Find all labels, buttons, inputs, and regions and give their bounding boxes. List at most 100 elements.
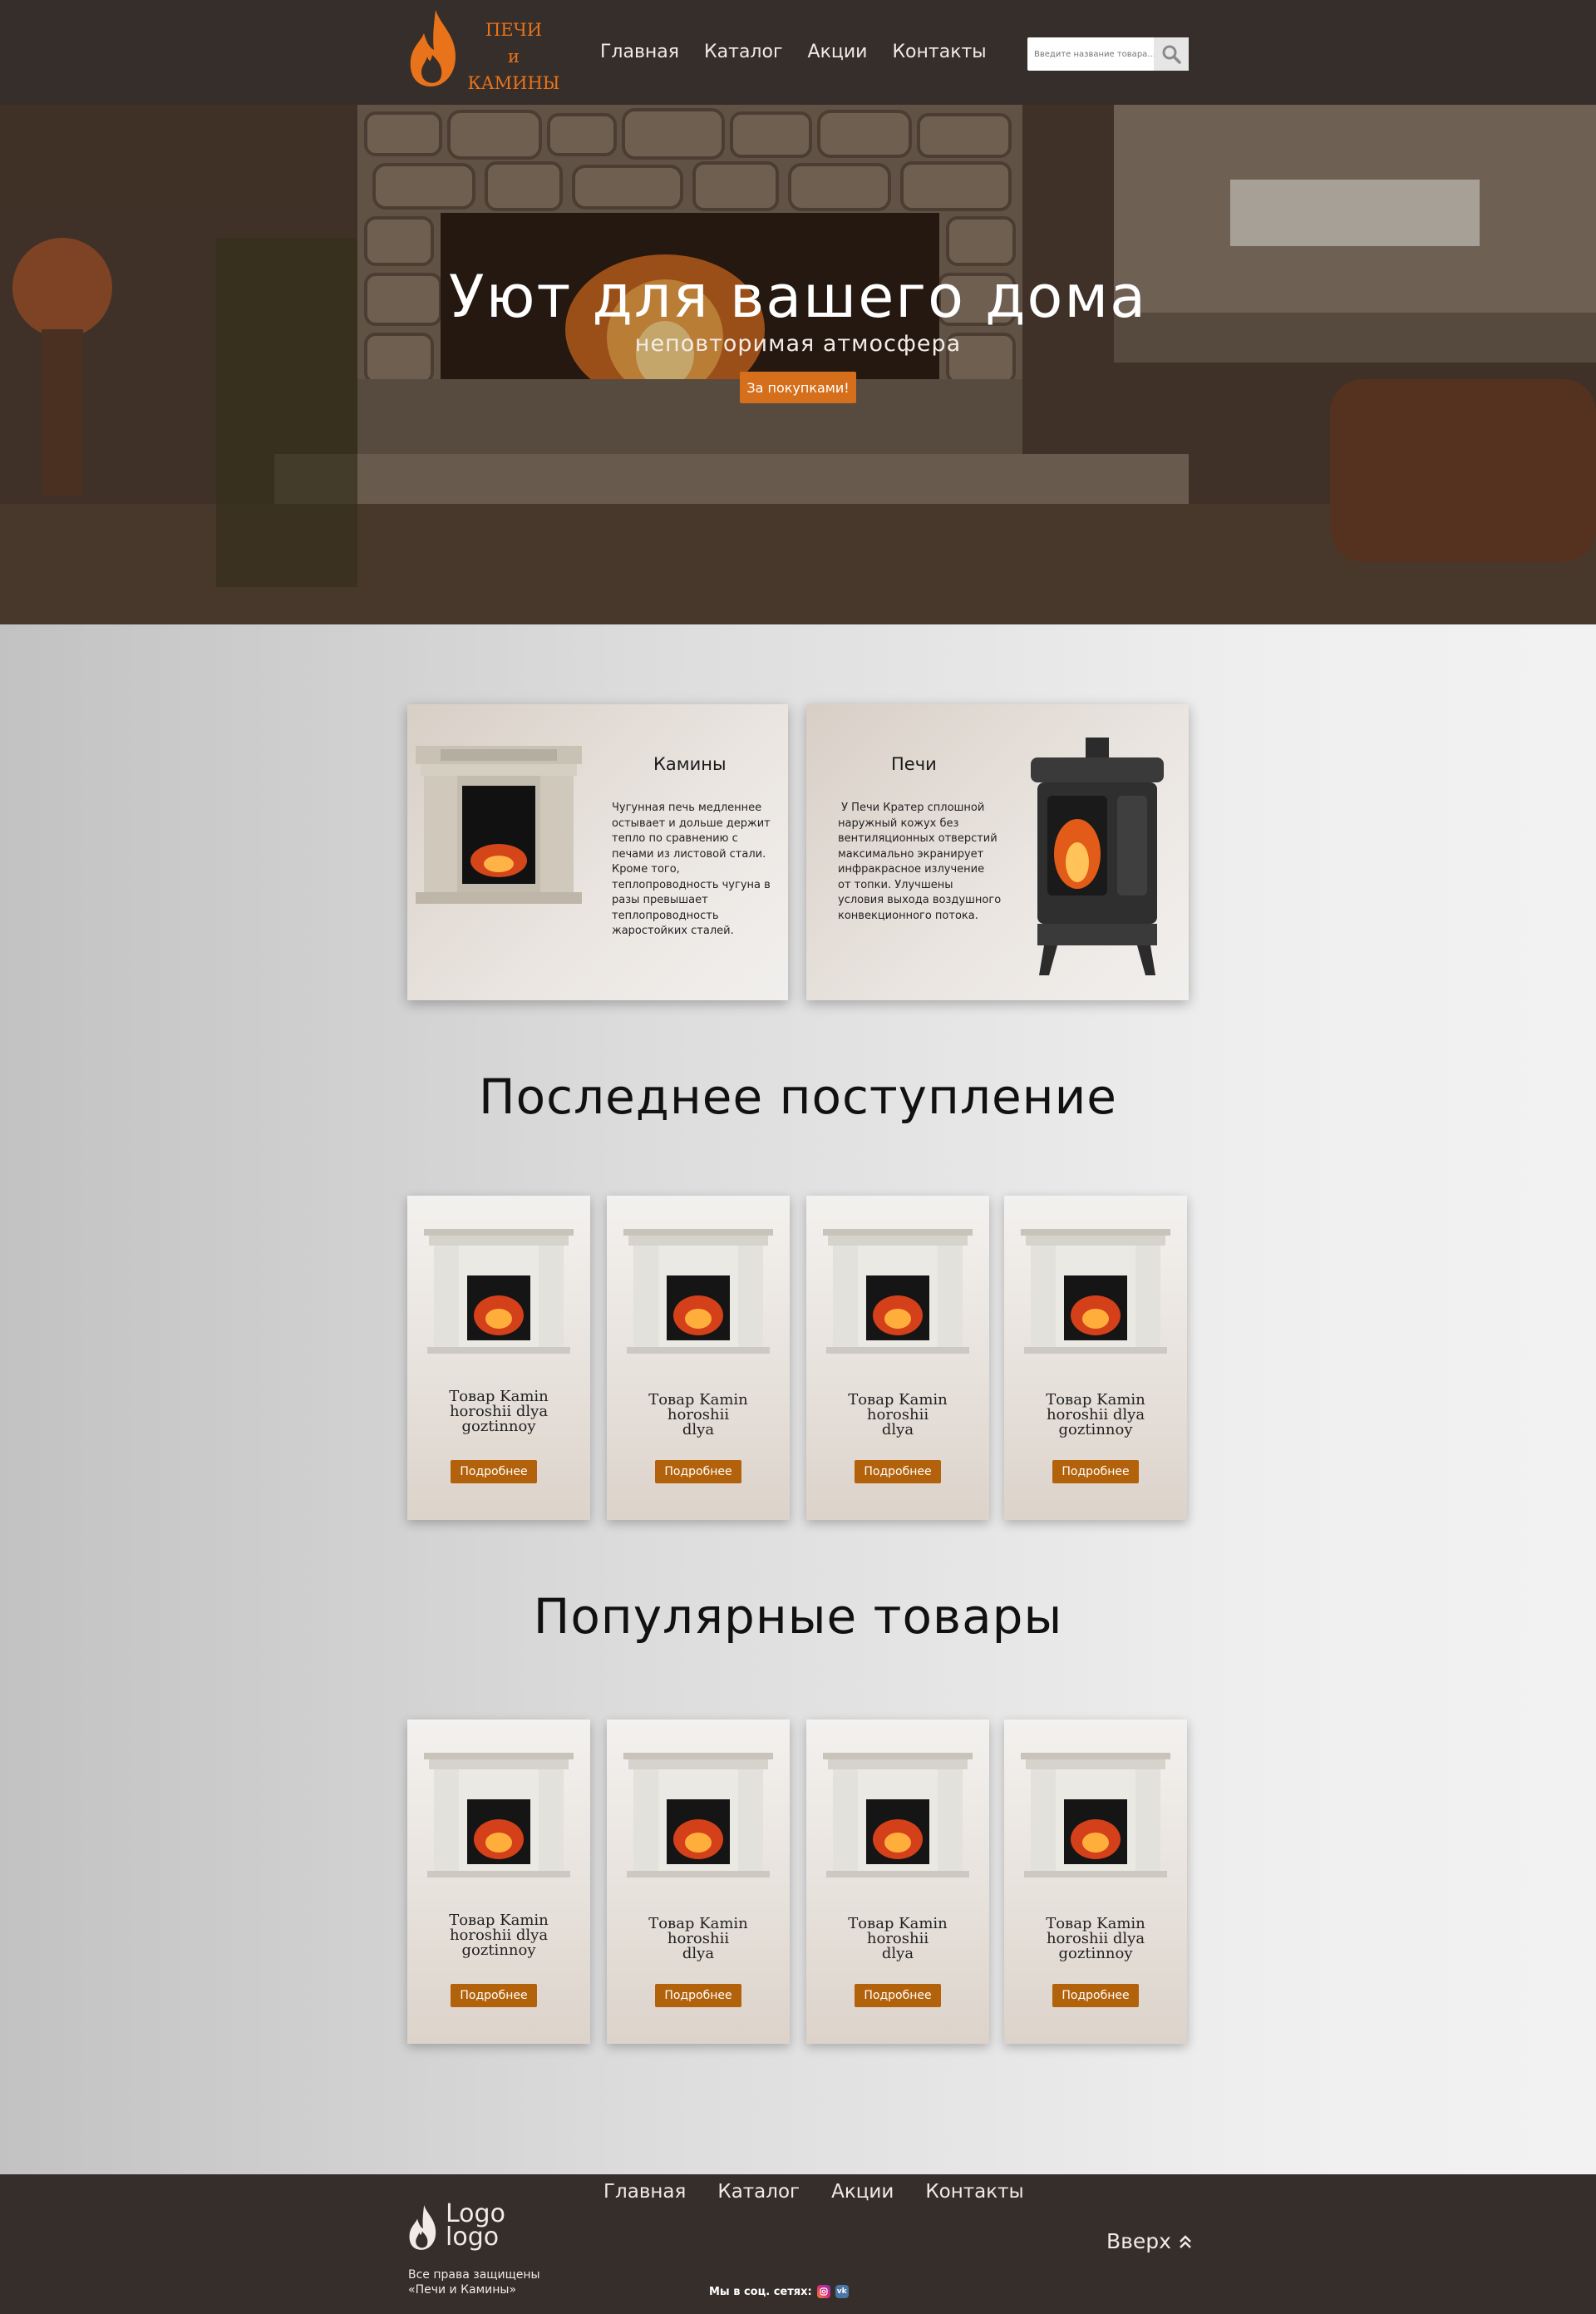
product-name: Товар Kamin horoshii dlya <box>615 1393 781 1438</box>
product-name-line: dlya <box>682 1945 715 1962</box>
product-image <box>823 1229 973 1354</box>
product-image <box>623 1229 773 1354</box>
product-card[interactable]: Товар Kamin horoshii dlya goztinnoy Подр… <box>407 1196 590 1520</box>
text-line: жаростойких сталей. <box>612 925 734 937</box>
text-line: от топки. Улучшены <box>838 878 953 891</box>
flame-icon <box>410 10 456 86</box>
nav-link-catalog[interactable]: Каталог <box>704 42 782 62</box>
popular-section-title: Популярные товары <box>533 1588 1063 1645</box>
text-line: Кроме того, <box>612 863 680 876</box>
product-name-line: dlya <box>881 1945 914 1962</box>
logo-line: КАМИНЫ <box>467 73 560 93</box>
details-button[interactable]: Подробнее <box>655 1984 741 2007</box>
product-name: Товар Kamin horoshii dlya <box>815 1393 981 1438</box>
product-name-line: dlya <box>682 1421 715 1438</box>
product-name-line: goztinnoy <box>461 1418 536 1435</box>
social-label: Мы в соц. сетях: <box>709 2285 812 2298</box>
copyright-line: «Печи и Камины» <box>408 2283 517 2297</box>
text-line: инфракрасное излучение <box>838 863 985 876</box>
site-footer: Главная Каталог Акции Контакты Logo logo… <box>0 2174 1596 2314</box>
scroll-to-top-button[interactable]: Вверх <box>1106 2229 1193 2253</box>
hero-title: Уют для вашего дома <box>448 263 1148 331</box>
text-line: печами из листовой стали. <box>612 847 766 861</box>
site-header: ПЕЧИ и КАМИНЫ Главная Каталог Акции Конт… <box>0 0 1596 105</box>
search-input[interactable] <box>1027 37 1154 71</box>
product-card[interactable]: Товар Kamin horoshii dlya goztinnoy Подр… <box>407 1719 590 2044</box>
footer-link-contacts[interactable]: Контакты <box>925 2181 1023 2203</box>
product-name: Товар Kamin horoshii dlya goztinnoy <box>1012 1917 1179 1961</box>
search-box <box>1027 37 1189 71</box>
text-line: Чугунная печь медленнее <box>612 802 762 814</box>
details-button[interactable]: Подробнее <box>855 1984 941 2007</box>
product-name: Товар Kamin horoshii dlya <box>815 1917 981 1961</box>
text-line: теплопроводность <box>612 909 719 922</box>
footer-link-catalog[interactable]: Каталог <box>717 2181 800 2203</box>
product-image <box>424 1753 574 1877</box>
text-line: вентиляционных отверстий <box>838 832 998 845</box>
product-image <box>823 1753 973 1877</box>
product-name-line: dlya <box>881 1421 914 1438</box>
category-title: Печи <box>891 754 937 774</box>
text-line: максимально экранирует <box>838 847 984 861</box>
product-image <box>424 1229 574 1354</box>
details-button[interactable]: Подробнее <box>1052 1984 1139 2007</box>
product-card[interactable]: Товар Kamin horoshii dlya Подробнее <box>607 1719 790 2044</box>
product-name-line: goztinnoy <box>461 1941 536 1959</box>
product-name-line: goztinnoy <box>1058 1945 1133 1962</box>
copyright-text: Все права защищены «Печи и Камины» <box>408 2267 540 2297</box>
product-name: Товар Kamin horoshii dlya goztinnoy <box>416 1389 582 1434</box>
copyright-line: Все права защищены <box>408 2268 540 2282</box>
product-card[interactable]: Товар Kamin horoshii dlya Подробнее <box>607 1196 790 1520</box>
details-button[interactable]: Подробнее <box>855 1460 941 1483</box>
logo-line: ПЕЧИ <box>485 20 543 40</box>
category-title: Камины <box>653 754 727 774</box>
footer-link-sales[interactable]: Акции <box>831 2181 894 2203</box>
text-line: разы превышает <box>612 894 708 906</box>
text-line: тепло по сравнению с <box>612 832 738 845</box>
product-card[interactable]: Товар Kamin horoshii dlya Подробнее <box>806 1719 989 2044</box>
product-image <box>1021 1753 1170 1877</box>
logo-text: ПЕЧИ и КАМИНЫ <box>464 17 564 96</box>
product-card[interactable]: Товар Kamin horoshii dlya Подробнее <box>806 1196 989 1520</box>
main-nav: Главная Каталог Акции Контакты <box>600 42 1012 62</box>
details-button[interactable]: Подробнее <box>451 1984 537 2007</box>
instagram-icon[interactable] <box>816 2285 830 2298</box>
product-name: Товар Kamin horoshii dlya goztinnoy <box>416 1913 582 1958</box>
category-card-fireplaces[interactable]: Камины Чугунная печь медленнее остывает … <box>407 704 788 1000</box>
footer-nav: Главная Каталог Акции Контакты <box>603 2181 1056 2203</box>
stove-image <box>1031 738 1164 975</box>
nav-link-home[interactable]: Главная <box>600 42 679 62</box>
text-line: теплопроводность чугуна в <box>612 878 771 891</box>
flame-icon <box>409 2205 436 2250</box>
product-image <box>1021 1229 1170 1354</box>
details-button[interactable]: Подробнее <box>655 1460 741 1483</box>
details-button[interactable]: Подробнее <box>451 1460 537 1483</box>
double-chevron-up-icon <box>1180 2234 1191 2248</box>
text-line: условия выхода воздушного <box>838 894 1002 906</box>
hero-subtitle: неповторимая атмосфера <box>634 331 962 357</box>
fireplace-image <box>416 746 582 904</box>
category-description: Чугунная печь медленнее остывает и дольш… <box>612 801 771 940</box>
nav-link-sales[interactable]: Акции <box>808 42 868 62</box>
footer-logo[interactable]: Logo logo <box>407 2202 515 2261</box>
product-card[interactable]: Товар Kamin horoshii dlya goztinnoy Подр… <box>1004 1719 1187 2044</box>
category-card-stoves[interactable]: Печи У Печи Кратер сплошной наружный кож… <box>806 704 1189 1000</box>
shop-now-button[interactable]: За покупками! <box>740 372 856 403</box>
social-links: Мы в соц. сетях: vk <box>709 2285 849 2298</box>
text-line: конвекционного потока. <box>838 909 978 922</box>
scroll-to-top-label: Вверх <box>1106 2229 1171 2253</box>
details-button[interactable]: Подробнее <box>1052 1460 1139 1483</box>
main-content: Камины Чугунная печь медленнее остывает … <box>0 624 1596 2174</box>
hero-banner: Уют для вашего дома неповторимая атмосфе… <box>0 105 1596 624</box>
product-name: Товар Kamin horoshii dlya goztinnoy <box>1012 1393 1179 1438</box>
product-card[interactable]: Товар Kamin horoshii dlya goztinnoy Подр… <box>1004 1196 1187 1520</box>
site-logo[interactable]: ПЕЧИ и КАМИНЫ <box>407 8 565 93</box>
footer-link-home[interactable]: Главная <box>603 2181 686 2203</box>
text-line: наружный кожух без <box>838 817 959 830</box>
logo-line: logo <box>446 2223 500 2252</box>
vk-icon[interactable]: vk <box>835 2285 849 2298</box>
search-button[interactable] <box>1154 37 1189 71</box>
nav-link-contacts[interactable]: Контакты <box>892 42 986 62</box>
hero-overlay <box>0 105 1596 624</box>
search-icon <box>1162 45 1181 64</box>
